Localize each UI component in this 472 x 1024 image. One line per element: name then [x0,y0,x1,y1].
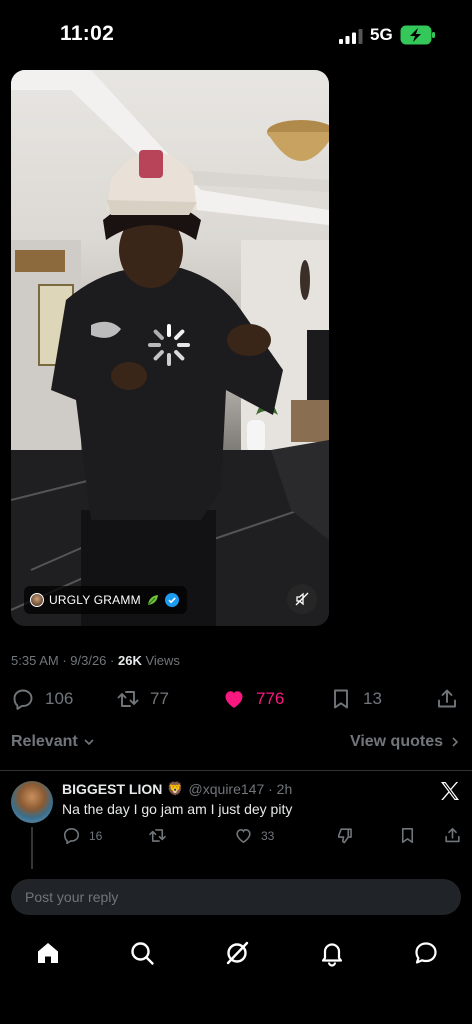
signal-icon [339,29,363,44]
reply-icon [63,827,80,845]
reply-input[interactable] [11,879,461,915]
reply-retweet-button[interactable] [148,826,175,845]
reply-dislike-button[interactable] [336,826,355,845]
views-label: Views [141,653,180,668]
meta-separator: · [58,653,71,668]
replies-sort-row: Relevant View quotes [11,730,461,756]
heart-icon [236,829,251,844]
retweet-icon [117,691,139,707]
reply-handle: @xquire147 · 2h [188,781,293,797]
tab-messages[interactable] [411,938,441,968]
grok-icon [226,941,249,965]
messages-icon [415,942,437,964]
retweet-icon [149,829,166,842]
view-quotes-label: View quotes [349,733,443,750]
tweet-action-bar: 106 77 776 13 [0,682,472,716]
share-icon [438,689,456,708]
heart-icon [225,691,243,708]
reply-avatar[interactable] [11,781,53,823]
tweet-video[interactable]: URGLY GRAMM [11,70,329,626]
status-bar: 11:02 5G [0,0,472,70]
network-type: 5G [370,25,393,44]
reply-author-name[interactable]: BIGGEST LION [62,781,162,797]
sort-label: Relevant [11,733,78,750]
mute-button[interactable] [287,584,317,614]
tweet-meta: 5:35 AM · 9/3/26 · 26K Views [11,653,180,668]
author-avatar [30,593,44,607]
retweet-count: 77 [150,689,169,708]
reply-header: BIGGEST LION 🦁 @xquire147 · 2h [62,781,292,797]
status-time: 11:02 [60,22,115,45]
video-author-tag[interactable]: URGLY GRAMM [24,586,187,614]
reply-like-count: 33 [261,828,275,843]
x-logo-icon[interactable] [438,779,462,803]
author-name: URGLY GRAMM [49,593,141,607]
like-button[interactable]: 776 [222,682,284,716]
bottom-tab-bar [0,930,472,976]
reply-reply-count: 16 [89,828,103,843]
chevron-right-icon [452,737,459,747]
chevron-down-icon [84,739,94,746]
retweet-button[interactable]: 77 [116,682,169,716]
reply-item[interactable]: BIGGEST LION 🦁 @xquire147 · 2h Na the da… [0,771,472,869]
tweet-time: 5:35 AM [11,653,59,668]
view-quotes-link[interactable]: View quotes [350,733,461,751]
home-icon [38,943,58,963]
reply-composer[interactable] [11,879,461,915]
leaf-icon [147,595,158,606]
tab-home[interactable] [33,938,63,968]
mute-icon [295,592,309,606]
reply-bookmark-button[interactable] [398,826,417,845]
share-icon [445,827,460,843]
tab-grok[interactable] [222,938,252,968]
reply-like-button[interactable]: 33 [234,826,274,845]
dislike-icon [337,828,352,844]
verified-badge-icon [164,593,179,607]
reply-icon [13,689,33,710]
reply-reply-button[interactable]: 16 [62,826,102,845]
bookmark-icon [401,827,414,844]
bookmark-icon [334,689,348,709]
search-icon [131,942,154,965]
tab-search[interactable] [127,938,157,968]
reply-share-button[interactable] [443,826,462,845]
notifications-icon [321,943,343,967]
reply-count: 106 [45,689,74,708]
meta-separator: · [106,653,118,668]
loading-spinner-icon [148,324,190,366]
tab-notifications[interactable] [317,938,347,968]
reply-text: Na the day I go jam am I just dey pity [62,801,293,817]
like-count: 776 [256,689,285,708]
share-button[interactable] [435,682,459,716]
tweet-date: 9/3/26 [70,653,107,668]
sort-dropdown[interactable]: Relevant [11,733,96,751]
reply-action-bar: 16 33 [0,826,472,850]
reply-button[interactable]: 106 [11,682,73,716]
bookmark-button[interactable]: 13 [329,682,382,716]
lion-emoji-icon: 🦁 [167,781,184,796]
battery-charging-icon [400,25,435,45]
bookmark-count: 13 [363,689,382,708]
views-count: 26K [117,653,142,668]
